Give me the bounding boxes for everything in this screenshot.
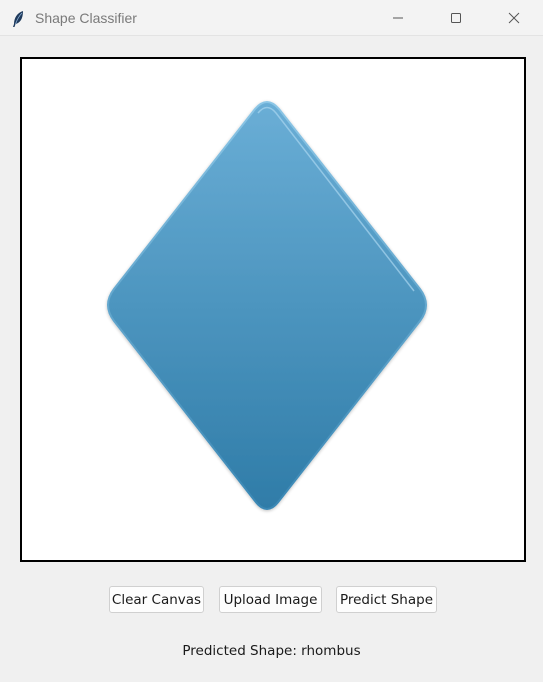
upload-image-button[interactable]: Upload Image: [219, 586, 322, 613]
clear-canvas-button[interactable]: Clear Canvas: [109, 586, 204, 613]
window-title: Shape Classifier: [35, 9, 137, 26]
maximize-icon: [451, 13, 461, 23]
app-window: Shape Classifier Clear Canvas Upload Ima…: [0, 0, 543, 682]
minimize-button[interactable]: [369, 0, 427, 36]
minimize-icon: [393, 17, 403, 19]
predict-shape-button[interactable]: Predict Shape: [336, 586, 437, 613]
close-button[interactable]: [485, 0, 543, 36]
feather-icon: [11, 10, 27, 27]
title-bar[interactable]: Shape Classifier: [0, 0, 543, 36]
window-controls: [369, 0, 543, 36]
drawing-canvas[interactable]: [20, 57, 526, 562]
close-icon: [508, 12, 520, 24]
rhombus-shape: [107, 101, 427, 510]
maximize-button[interactable]: [427, 0, 485, 36]
prediction-result: Predicted Shape: rhombus: [182, 643, 361, 659]
